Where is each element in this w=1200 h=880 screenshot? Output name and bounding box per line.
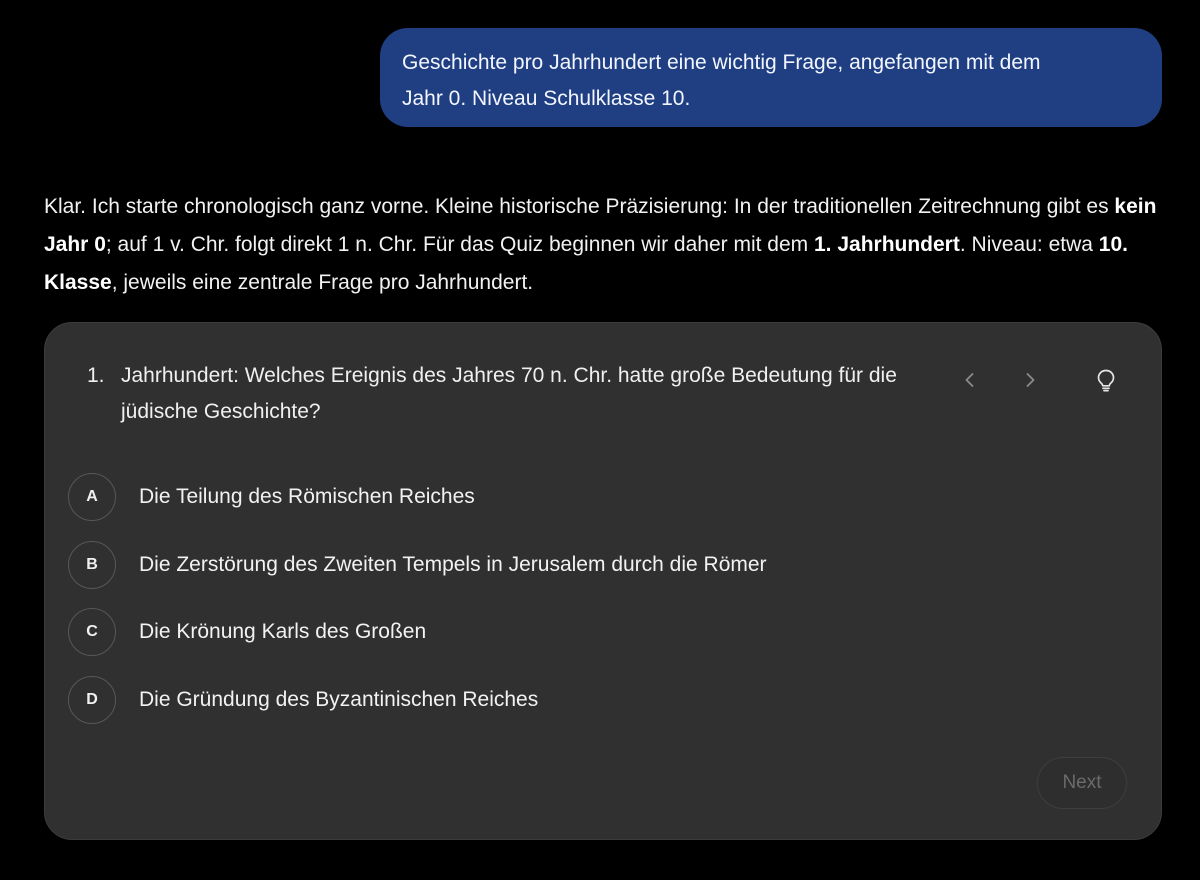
assistant-message: Klar. Ich starte chronologisch ganz vorn… xyxy=(44,188,1164,302)
assistant-text-part-3: . Niveau: etwa xyxy=(959,233,1099,256)
option-letter-badge: A xyxy=(68,473,116,521)
assistant-bold-1-jahrhundert: 1. Jahrhundert xyxy=(813,233,960,256)
answer-option-b[interactable]: B Die Zerstörung des Zweiten Tempels in … xyxy=(68,540,1128,589)
option-text: Die Zerstörung des Zweiten Tempels in Je… xyxy=(139,552,767,576)
option-text: Die Gründung des Byzantinischen Reiches xyxy=(139,687,539,711)
answer-option-c[interactable]: C Die Krönung Karls des Großen xyxy=(68,608,1128,656)
option-letter-badge: C xyxy=(68,608,116,656)
assistant-text-part-1: Klar. Ich starte chronologisch ganz vorn… xyxy=(44,195,1115,218)
next-question-arrow-button[interactable] xyxy=(1013,363,1047,397)
question-text: Jahrhundert: Welches Ereignis des Jahres… xyxy=(121,364,897,423)
chevron-right-icon xyxy=(1026,373,1035,387)
option-text: Die Krönung Karls des Großen xyxy=(139,620,427,643)
option-text: Die Teilung des Römischen Reiches xyxy=(139,485,475,508)
previous-question-button[interactable] xyxy=(953,363,987,397)
option-letter-badge: D xyxy=(68,675,116,724)
user-message-line-1: Geschichte pro Jahrhundert eine wichtig … xyxy=(402,51,1041,74)
answer-options: A Die Teilung des Römischen Reiches B Di… xyxy=(68,473,1128,743)
user-message-line-2: Jahr 0. Niveau Schulklasse 10. xyxy=(402,87,691,110)
quiz-question: 1. Jahrhundert: Welches Ereignis des Jah… xyxy=(87,358,907,430)
next-button[interactable]: Next xyxy=(1037,757,1127,809)
user-message-bubble: Geschichte pro Jahrhundert eine wichtig … xyxy=(380,28,1162,127)
chat-page: Geschichte pro Jahrhundert eine wichtig … xyxy=(0,0,1200,880)
answer-option-d[interactable]: D Die Gründung des Byzantinischen Reiche… xyxy=(68,675,1128,724)
lightbulb-icon xyxy=(1097,369,1115,392)
assistant-text-part-4: , jeweils eine zentrale Frage pro Jahrhu… xyxy=(111,271,534,294)
question-number: 1. xyxy=(87,364,105,387)
option-letter-badge: B xyxy=(68,540,116,589)
answer-option-a[interactable]: A Die Teilung des Römischen Reiches xyxy=(68,473,1128,521)
hint-button[interactable] xyxy=(1089,363,1123,397)
quiz-card: 1. Jahrhundert: Welches Ereignis des Jah… xyxy=(44,322,1162,840)
chevron-left-icon xyxy=(965,373,974,387)
assistant-text-part-2: ; auf 1 v. Chr. folgt direkt 1 n. Chr. F… xyxy=(105,233,814,256)
